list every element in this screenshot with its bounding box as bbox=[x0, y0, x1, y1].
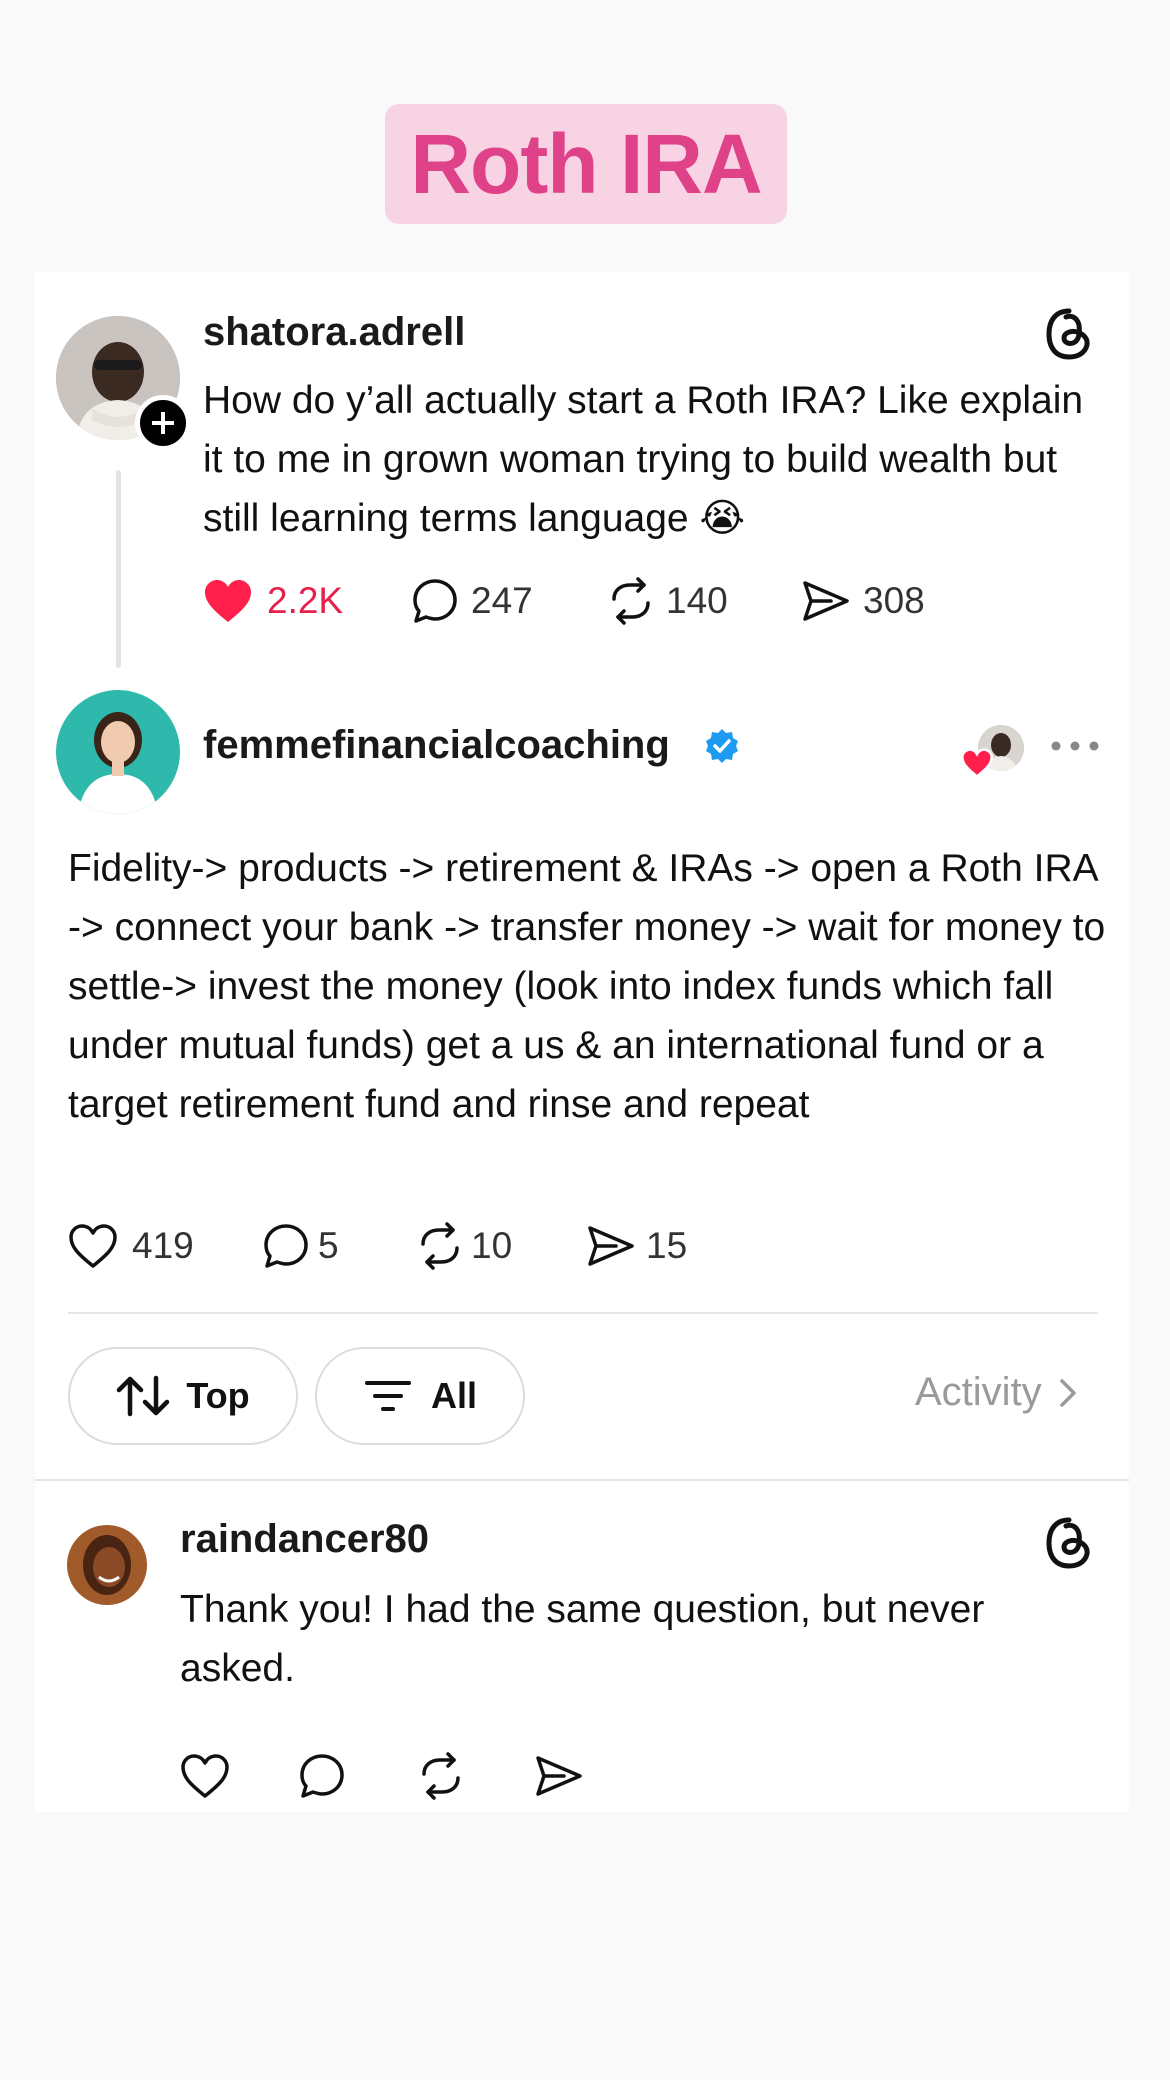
reply-text: Fidelity-> products -> retirement & IRAs… bbox=[68, 847, 1106, 1126]
like-count: 2.2K bbox=[267, 580, 344, 621]
like-button[interactable] bbox=[180, 1753, 298, 1799]
share-button[interactable]: 308 bbox=[801, 579, 925, 623]
post-text-block: How do y’all actually start a Roth IRA? … bbox=[203, 371, 1113, 548]
repost-button[interactable] bbox=[416, 1752, 534, 1800]
activity-link[interactable]: Activity bbox=[915, 1370, 1080, 1415]
verified-badge-icon bbox=[703, 727, 741, 770]
reply-button[interactable] bbox=[298, 1752, 416, 1800]
repost-count: 140 bbox=[666, 580, 728, 621]
comment-text: Thank you! I had the same question, but … bbox=[180, 1588, 985, 1690]
reply-button[interactable]: 247 bbox=[411, 577, 606, 625]
plus-icon bbox=[152, 412, 174, 434]
share-count: 308 bbox=[863, 580, 925, 621]
like-button[interactable]: 419 bbox=[68, 1223, 262, 1269]
reply-username[interactable]: femmefinancialcoaching bbox=[203, 723, 670, 768]
ellipsis-icon bbox=[1051, 741, 1099, 751]
divider bbox=[68, 1312, 1098, 1314]
repost-count: 10 bbox=[471, 1225, 513, 1266]
page-title: Roth IRA bbox=[410, 116, 762, 211]
share-send-icon bbox=[536, 1756, 582, 1796]
reply-count: 5 bbox=[318, 1225, 339, 1266]
repost-icon bbox=[421, 1222, 459, 1270]
comment-username[interactable]: raindancer80 bbox=[180, 1517, 429, 1562]
divider bbox=[35, 1479, 1129, 1481]
post-text: How do y’all actually start a Roth IRA? … bbox=[203, 379, 1084, 540]
liked-by-author-heart-icon bbox=[960, 748, 994, 783]
threads-logo-icon[interactable] bbox=[1044, 1516, 1094, 1575]
page-title-badge: Roth IRA bbox=[385, 104, 787, 224]
chevron-right-icon bbox=[1059, 1378, 1076, 1407]
thread-card: shatora.adrell How do y’all actually sta… bbox=[35, 272, 1129, 1812]
repost-button[interactable]: 10 bbox=[415, 1222, 586, 1270]
heart-outline-icon bbox=[69, 1224, 117, 1268]
share-send-icon bbox=[803, 581, 849, 621]
avatar[interactable] bbox=[56, 690, 180, 814]
reply-actions: 419 5 10 15 bbox=[68, 1222, 687, 1270]
comment-bubble-icon bbox=[413, 579, 457, 623]
share-button[interactable]: 15 bbox=[586, 1224, 687, 1268]
activity-label: Activity bbox=[915, 1370, 1042, 1414]
post-actions: 2.2K 247 140 308 bbox=[203, 577, 925, 625]
more-options-button[interactable] bbox=[1050, 734, 1100, 763]
comment-bubble-icon bbox=[264, 1224, 308, 1268]
share-count: 15 bbox=[646, 1225, 688, 1266]
sort-arrows-icon bbox=[117, 1375, 170, 1417]
follow-plus-button[interactable] bbox=[135, 395, 191, 451]
filter-label: All bbox=[430, 1375, 477, 1416]
like-button[interactable]: 2.2K bbox=[203, 578, 411, 624]
reply-count: 247 bbox=[471, 580, 533, 621]
thread-line bbox=[116, 470, 121, 668]
comment-actions bbox=[180, 1752, 584, 1800]
repost-icon bbox=[422, 1752, 460, 1800]
heart-filled-icon bbox=[205, 580, 251, 622]
sort-label: Top bbox=[186, 1375, 250, 1416]
reply-button[interactable]: 5 bbox=[262, 1222, 415, 1270]
share-send-icon bbox=[588, 1226, 634, 1266]
repost-icon bbox=[612, 577, 650, 625]
share-button[interactable] bbox=[534, 1754, 584, 1798]
filter-lines-icon bbox=[364, 1381, 411, 1411]
sort-top-button[interactable]: Top bbox=[68, 1347, 298, 1445]
crying-emoji: 😭 bbox=[699, 497, 746, 540]
heart-outline-icon bbox=[181, 1754, 229, 1798]
post-username[interactable]: shatora.adrell bbox=[203, 310, 465, 355]
like-count: 419 bbox=[132, 1225, 194, 1266]
comment-bubble-icon bbox=[300, 1754, 344, 1798]
filter-all-button[interactable]: All bbox=[315, 1347, 525, 1445]
repost-button[interactable]: 140 bbox=[606, 577, 801, 625]
avatar[interactable] bbox=[67, 1525, 147, 1605]
threads-logo-icon[interactable] bbox=[1044, 307, 1094, 366]
